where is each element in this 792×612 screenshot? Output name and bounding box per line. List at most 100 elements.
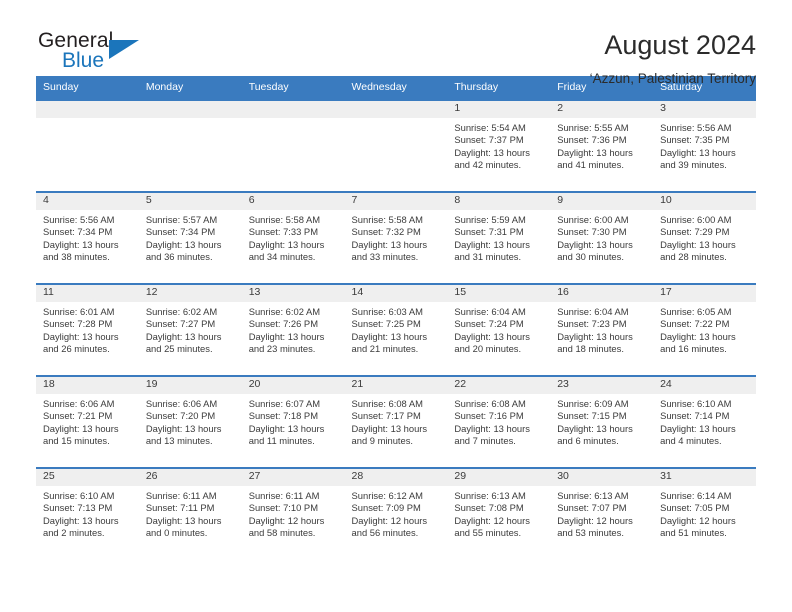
daylight-text-line2: and 41 minutes. xyxy=(557,158,624,170)
day-details: Sunrise: 5:58 AM Sunset: 7:33 PM Daylight:… xyxy=(242,210,345,263)
calendar-day-cell[interactable]: 2 Sunrise: 5:55 AM Sunset: 7:36 PM Daylight… xyxy=(550,99,654,192)
sunset-text: Sunset: 7:34 PM xyxy=(43,226,113,238)
daylight-text-line2: and 42 minutes. xyxy=(454,158,522,170)
calendar-day-cell[interactable]: 29 Sunrise: 6:13 AM Sunset: 7:08 PM Dayligh… xyxy=(447,467,551,559)
daylight-text-line2: and 51 minutes. xyxy=(660,526,727,538)
sunrise-text: Sunrise: 5:54 AM xyxy=(454,122,526,133)
day-number: 19 xyxy=(138,377,242,394)
calendar-day-cell[interactable]: 1 Sunrise: 5:54 AM Sunset: 7:37 PM Daylight… xyxy=(447,99,551,192)
calendar-day-cell[interactable]: 14 Sunrise: 6:03 AM Sunset: 7:25 PM Dayligh… xyxy=(344,283,448,376)
calendar-cell-empty xyxy=(138,99,242,192)
day-details: Sunrise: 6:09 AM Sunset: 7:15 PM Daylight:… xyxy=(550,394,653,447)
daylight-text-line2: and 31 minutes. xyxy=(454,250,522,262)
calendar-day-cell[interactable]: 16 Sunrise: 6:04 AM Sunset: 7:23 PM Dayligh… xyxy=(550,283,654,376)
daylight-text-line1: Daylight: 12 hours xyxy=(351,514,428,526)
day-number: 28 xyxy=(344,469,448,486)
sunrise-text: Sunrise: 6:05 AM xyxy=(660,306,732,317)
calendar-day-cell[interactable]: 10 Sunrise: 6:00 AM Sunset: 7:29 PM Dayligh… xyxy=(653,191,756,284)
daylight-text-line2: and 11 minutes. xyxy=(248,434,315,446)
calendar-day-cell[interactable]: 5 Sunrise: 5:57 AM Sunset: 7:34 PM Daylight… xyxy=(138,191,242,284)
daylight-text-line1: Daylight: 13 hours xyxy=(351,330,428,342)
daylight-text-line1: Daylight: 12 hours xyxy=(248,514,325,526)
day-details: Sunrise: 6:02 AM Sunset: 7:27 PM Daylight:… xyxy=(139,302,242,355)
sunrise-text: Sunrise: 5:55 AM xyxy=(557,122,629,133)
sunrise-text: Sunrise: 6:01 AM xyxy=(43,306,115,317)
calendar-day-cell[interactable]: 11 Sunrise: 6:01 AM Sunset: 7:28 PM Dayligh… xyxy=(36,283,139,376)
daylight-text-line2: and 0 minutes. xyxy=(145,526,208,538)
sunset-text: Sunset: 7:22 PM xyxy=(660,318,730,330)
sunset-text: Sunset: 7:37 PM xyxy=(454,134,524,146)
day-number: 23 xyxy=(550,377,654,394)
calendar-day-cell[interactable]: 15 Sunrise: 6:04 AM Sunset: 7:24 PM Dayligh… xyxy=(447,283,551,376)
calendar-day-cell[interactable]: 27 Sunrise: 6:11 AM Sunset: 7:10 PM Dayligh… xyxy=(241,467,345,559)
sunrise-text: Sunrise: 6:08 AM xyxy=(454,398,526,409)
daylight-text-line1: Daylight: 13 hours xyxy=(454,330,530,342)
daylight-text-line2: and 13 minutes. xyxy=(145,434,213,446)
daylight-text-line2: and 18 minutes. xyxy=(557,342,624,354)
sunset-text: Sunset: 7:08 PM xyxy=(454,502,524,514)
calendar-day-cell[interactable]: 6 Sunrise: 5:58 AM Sunset: 7:33 PM Daylight… xyxy=(241,191,345,284)
daylight-text-line1: Daylight: 13 hours xyxy=(248,422,325,434)
calendar-day-cell[interactable]: 9 Sunrise: 6:00 AM Sunset: 7:30 PM Daylight… xyxy=(550,191,654,284)
calendar-day-cell[interactable]: 23 Sunrise: 6:09 AM Sunset: 7:15 PM Dayligh… xyxy=(550,375,654,468)
calendar-day-cell[interactable]: 26 Sunrise: 6:11 AM Sunset: 7:11 PM Dayligh… xyxy=(138,467,242,559)
day-number: 4 xyxy=(36,193,139,210)
daylight-text-line2: and 26 minutes. xyxy=(43,342,110,354)
day-number: 7 xyxy=(344,193,448,210)
day-number: 3 xyxy=(653,101,756,118)
calendar-day-cell[interactable]: 24 Sunrise: 6:10 AM Sunset: 7:14 PM Dayligh… xyxy=(653,375,756,468)
page-title: August 2024 xyxy=(604,30,756,60)
calendar-week-row: 25 Sunrise: 6:10 AM Sunset: 7:13 PM Dayligh… xyxy=(36,467,756,559)
day-number: 31 xyxy=(653,469,756,486)
general-blue-logo[interactable]: General Blue xyxy=(36,30,156,82)
daylight-text-line2: and 30 minutes. xyxy=(557,250,624,262)
day-details: Sunrise: 6:05 AM Sunset: 7:22 PM Daylight:… xyxy=(653,302,756,355)
daylight-text-line1: Daylight: 13 hours xyxy=(660,330,736,342)
daylight-text-line1: Daylight: 13 hours xyxy=(43,422,119,434)
sunrise-text: Sunrise: 6:13 AM xyxy=(454,490,526,501)
sunset-text: Sunset: 7:14 PM xyxy=(660,410,730,422)
calendar-day-cell[interactable]: 7 Sunrise: 5:58 AM Sunset: 7:32 PM Daylight… xyxy=(344,191,448,284)
day-number: 14 xyxy=(344,285,448,302)
calendar-day-cell[interactable]: 31 Sunrise: 6:14 AM Sunset: 7:05 PM Dayligh… xyxy=(653,467,756,559)
daylight-text-line2: and 6 minutes. xyxy=(557,434,619,446)
weekday-header-thursday: Thursday xyxy=(447,76,551,100)
calendar-day-cell[interactable]: 4 Sunrise: 5:56 AM Sunset: 7:34 PM Daylight… xyxy=(36,191,139,284)
daylight-text-line1: Daylight: 13 hours xyxy=(557,422,633,434)
sunrise-text: Sunrise: 5:56 AM xyxy=(43,214,115,225)
sunrise-text: Sunrise: 6:13 AM xyxy=(557,490,629,501)
sunrise-text: Sunrise: 6:10 AM xyxy=(43,490,115,501)
calendar-day-cell[interactable]: 30 Sunrise: 6:13 AM Sunset: 7:07 PM Dayligh… xyxy=(550,467,654,559)
day-details: Sunrise: 5:59 AM Sunset: 7:31 PM Daylight:… xyxy=(447,210,550,263)
calendar-day-cell[interactable]: 3 Sunrise: 5:56 AM Sunset: 7:35 PM Daylight… xyxy=(653,99,756,192)
day-number xyxy=(138,101,242,118)
sunset-text: Sunset: 7:11 PM xyxy=(145,502,215,514)
daylight-text-line2: and 53 minutes. xyxy=(557,526,624,538)
day-details: Sunrise: 5:55 AM Sunset: 7:36 PM Daylight:… xyxy=(550,118,653,171)
calendar-day-cell[interactable]: 25 Sunrise: 6:10 AM Sunset: 7:13 PM Dayligh… xyxy=(36,467,139,559)
day-details: Sunrise: 6:02 AM Sunset: 7:26 PM Daylight:… xyxy=(242,302,345,355)
day-number: 26 xyxy=(138,469,242,486)
daylight-text-line1: Daylight: 12 hours xyxy=(660,514,736,526)
calendar-day-cell[interactable]: 22 Sunrise: 6:08 AM Sunset: 7:16 PM Dayligh… xyxy=(447,375,551,468)
day-details: Sunrise: 6:08 AM Sunset: 7:16 PM Daylight:… xyxy=(447,394,550,447)
calendar-day-cell[interactable]: 28 Sunrise: 6:12 AM Sunset: 7:09 PM Dayligh… xyxy=(344,467,448,559)
daylight-text-line2: and 2 minutes. xyxy=(43,526,105,538)
calendar-day-cell[interactable]: 19 Sunrise: 6:06 AM Sunset: 7:20 PM Dayligh… xyxy=(138,375,242,468)
calendar-day-cell[interactable]: 21 Sunrise: 6:08 AM Sunset: 7:17 PM Dayligh… xyxy=(344,375,448,468)
calendar-week-row: 18 Sunrise: 6:06 AM Sunset: 7:21 PM Dayligh… xyxy=(36,375,756,468)
calendar-day-cell[interactable]: 20 Sunrise: 6:07 AM Sunset: 7:18 PM Dayligh… xyxy=(241,375,345,468)
day-number: 2 xyxy=(550,101,654,118)
day-details: Sunrise: 6:03 AM Sunset: 7:25 PM Daylight:… xyxy=(345,302,448,355)
sunrise-text: Sunrise: 5:56 AM xyxy=(660,122,732,133)
calendar-day-cell[interactable]: 12 Sunrise: 6:02 AM Sunset: 7:27 PM Dayligh… xyxy=(138,283,242,376)
calendar-day-cell[interactable]: 18 Sunrise: 6:06 AM Sunset: 7:21 PM Dayligh… xyxy=(36,375,139,468)
sunrise-text: Sunrise: 5:58 AM xyxy=(248,214,321,225)
calendar-day-cell[interactable]: 8 Sunrise: 5:59 AM Sunset: 7:31 PM Daylight… xyxy=(447,191,551,284)
sunset-text: Sunset: 7:07 PM xyxy=(557,502,627,514)
day-details: Sunrise: 6:08 AM Sunset: 7:17 PM Daylight:… xyxy=(345,394,448,447)
sunset-text: Sunset: 7:32 PM xyxy=(351,226,421,238)
daylight-text-line1: Daylight: 13 hours xyxy=(43,330,119,342)
calendar-day-cell[interactable]: 13 Sunrise: 6:02 AM Sunset: 7:26 PM Dayligh… xyxy=(241,283,345,376)
calendar-day-cell[interactable]: 17 Sunrise: 6:05 AM Sunset: 7:22 PM Dayligh… xyxy=(653,283,756,376)
